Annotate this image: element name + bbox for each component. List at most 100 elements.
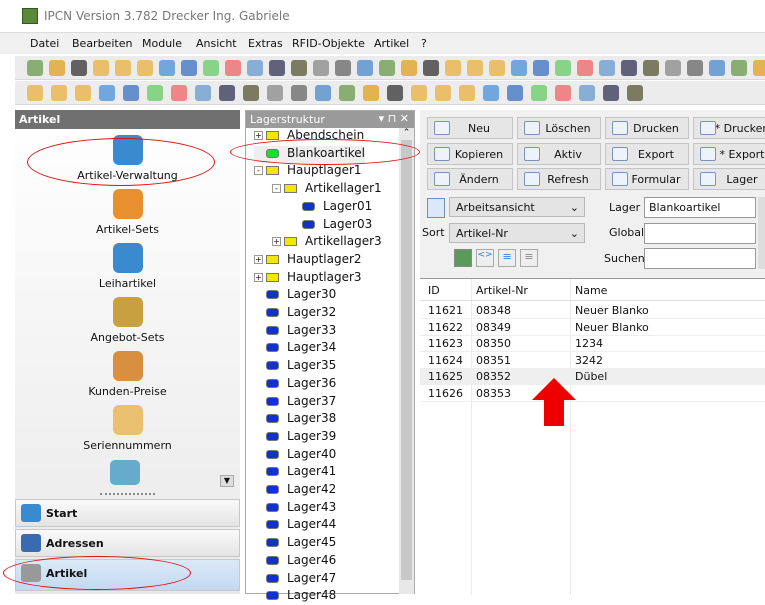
toolbar-button-icon[interactable]	[467, 60, 483, 76]
toolbar-button-icon[interactable]	[753, 60, 765, 76]
toolbar-button-icon[interactable]	[291, 85, 307, 101]
column-header-id[interactable]: ID	[428, 284, 440, 297]
action-button-ändern[interactable]: Ändern	[427, 168, 513, 190]
menu-bearbeiten[interactable]: Bearbeiten	[72, 37, 132, 50]
list-icon[interactable]: ≡	[498, 249, 516, 267]
tree-view-icon[interactable]	[454, 249, 472, 267]
table-row[interactable]: 11626 08353	[420, 385, 765, 402]
chevron-down-icon[interactable]: ▼	[220, 475, 234, 487]
toolbar-button-icon[interactable]	[459, 85, 475, 101]
tree-node[interactable]: +Lager03	[290, 217, 372, 234]
toolbar-button-icon[interactable]	[71, 60, 87, 76]
tree-node[interactable]: +Lager39	[254, 429, 336, 446]
toolbar-button-icon[interactable]	[435, 85, 451, 101]
toolbar-button-icon[interactable]	[357, 60, 373, 76]
splitter-handle[interactable]	[100, 493, 155, 495]
toolbar-button-icon[interactable]	[423, 60, 439, 76]
menu-extras[interactable]: Extras	[248, 37, 283, 50]
toolbar-button-icon[interactable]	[335, 60, 351, 76]
toolbar-button-icon[interactable]	[137, 60, 153, 76]
tree-node[interactable]: +Lager01	[290, 199, 372, 216]
toolbar-button-icon[interactable]	[49, 60, 65, 76]
module-item-kunden-preise[interactable]: Kunden-Preise	[15, 351, 240, 398]
action-button-formular[interactable]: Formular	[605, 168, 689, 190]
toolbar-button-icon[interactable]	[665, 60, 681, 76]
action-button-drucken[interactable]: * Drucken	[693, 117, 765, 139]
tree-node[interactable]: +Lager36	[254, 376, 336, 393]
toolbar-button-icon[interactable]	[313, 60, 329, 76]
scroll-up-icon[interactable]: ⌃	[399, 128, 414, 138]
table-row[interactable]: 11625 08352 Dübel	[420, 368, 765, 386]
toolbar-button-icon[interactable]	[291, 60, 307, 76]
panel-controls-icons[interactable]: ▾ ⊓ ✕	[379, 112, 409, 125]
tree-node[interactable]: +Lager46	[254, 553, 336, 570]
toolbar-button-icon[interactable]	[577, 60, 593, 76]
menu-datei[interactable]: Datei	[30, 37, 59, 50]
tree-node[interactable]: +Lager45	[254, 535, 336, 552]
action-button-drucken[interactable]: Drucken	[605, 117, 689, 139]
toolbar-button-icon[interactable]	[123, 85, 139, 101]
view-select[interactable]: Arbeitsansicht ⌄	[449, 197, 585, 217]
toolbar-button-icon[interactable]	[411, 85, 427, 101]
toolbar-button-icon[interactable]	[489, 60, 505, 76]
toolbar-button-icon[interactable]	[555, 85, 571, 101]
toolbar-button-icon[interactable]	[267, 85, 283, 101]
toolbar-button-icon[interactable]	[401, 60, 417, 76]
menu-rfidobjekte[interactable]: RFID-Objekte	[292, 37, 365, 50]
toolbar-button-icon[interactable]	[147, 85, 163, 101]
toolbar-button-icon[interactable]	[181, 60, 197, 76]
toolbar-button-icon[interactable]	[603, 85, 619, 101]
toolbar-button-icon[interactable]	[511, 60, 527, 76]
tree-node[interactable]: +Lager48	[254, 588, 336, 605]
tree-expander-icon[interactable]: +	[254, 272, 263, 282]
toolbar-button-icon[interactable]	[247, 60, 263, 76]
toolbar-button-icon[interactable]	[627, 85, 643, 101]
menu-artikel[interactable]: Artikel	[374, 37, 409, 50]
toolbar-button-icon[interactable]	[195, 85, 211, 101]
action-button-neu[interactable]: Neu	[427, 117, 513, 139]
column-header-artikel-nr[interactable]: Artikel-Nr	[476, 284, 528, 297]
module-item-angebot-sets[interactable]: Angebot-Sets	[15, 297, 240, 344]
toolbar-button-icon[interactable]	[445, 60, 461, 76]
tree-node[interactable]: + Artikellager3	[272, 234, 382, 251]
action-button-export[interactable]: Export	[605, 142, 689, 165]
column-header-name[interactable]: Name	[575, 284, 607, 297]
toolbar-button-icon[interactable]	[93, 60, 109, 76]
global-input[interactable]	[644, 223, 756, 244]
toolbar-button-icon[interactable]	[115, 60, 131, 76]
tree-scrollbar[interactable]: ⌃	[399, 128, 414, 594]
tree-node[interactable]: +Lager37	[254, 394, 336, 411]
tree-node[interactable]: +Lager42	[254, 482, 336, 499]
menu-ansicht[interactable]: Ansicht	[196, 37, 237, 50]
toolbar-button-icon[interactable]	[159, 60, 175, 76]
tree-node[interactable]: - Hauptlager1	[254, 163, 362, 180]
toolbar-button-icon[interactable]	[643, 60, 659, 76]
toolbar-button-icon[interactable]	[243, 85, 259, 101]
action-button-löschen[interactable]: Löschen	[517, 117, 601, 139]
toolbar-button-icon[interactable]	[27, 60, 43, 76]
tree-node[interactable]: + Hauptlager3	[254, 270, 362, 287]
tree-node[interactable]: +Lager30	[254, 287, 336, 304]
scroll-thumb[interactable]	[401, 140, 412, 580]
sort-select[interactable]: Artikel-Nr ⌄	[449, 223, 585, 243]
nav-start[interactable]: Start	[15, 499, 240, 527]
toolbar-button-icon[interactable]	[219, 85, 235, 101]
table-row[interactable]: 11624 08351 3242	[420, 352, 765, 369]
document-icon[interactable]: ≡	[520, 249, 538, 267]
table-row[interactable]: 11621 08348 Neuer Blanko	[420, 302, 765, 319]
toolbar-button-icon[interactable]	[75, 85, 91, 101]
toolbar-button-icon[interactable]	[599, 60, 615, 76]
tree-node[interactable]: +Lager43	[254, 500, 336, 517]
action-button-export[interactable]: * Export	[693, 142, 765, 165]
table-row[interactable]: 11623 08350 1234	[420, 335, 765, 353]
action-button-kopieren[interactable]: Kopieren	[427, 142, 513, 165]
toolbar-button-icon[interactable]	[99, 85, 115, 101]
toolbar-button-icon[interactable]	[533, 60, 549, 76]
tree-node[interactable]: +Lager47	[254, 571, 336, 588]
tree-expander-icon[interactable]: +	[254, 131, 263, 140]
toolbar-button-icon[interactable]	[555, 60, 571, 76]
action-button-lager[interactable]: Lager	[693, 168, 765, 190]
input-buttons[interactable]	[758, 197, 765, 269]
tree-expander-icon[interactable]: -	[272, 184, 281, 194]
action-button-refresh[interactable]: Refresh	[517, 168, 601, 190]
